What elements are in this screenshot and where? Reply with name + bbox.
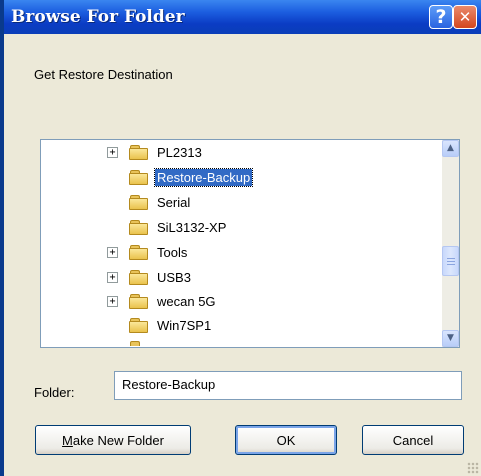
window-title: Browse For Folder [11,7,185,27]
folder-icon [129,245,149,260]
expand-icon[interactable]: + [107,147,118,158]
expand-icon[interactable]: + [107,272,118,283]
mnemonic-letter: M [62,432,73,448]
scroll-up-button[interactable]: ▲ [442,140,459,157]
tree-item[interactable]: + wecan 5G [41,291,431,313]
folder-input[interactable]: Restore-Backup [114,371,462,400]
scroll-down-button[interactable]: ▼ [442,330,459,347]
help-button[interactable]: ? [429,5,453,29]
folder-icon [129,170,149,185]
cancel-label: Cancel [392,432,434,448]
thumb-grip-line [447,261,455,262]
help-icon: ? [435,5,447,28]
make-new-folder-button[interactable]: Make New Folder [35,425,191,455]
close-icon: ✕ [458,7,472,26]
tree-item[interactable]: + PL2313 [41,142,431,164]
tree-item-label: wecan 5G [157,294,216,309]
browse-for-folder-dialog: Browse For Folder ? ✕ Get Restore Destin… [0,0,481,476]
tree-item-label: USB3 [157,270,191,285]
tree-item[interactable]: Restore-Backup [41,167,431,189]
title-bar[interactable]: Browse For Folder ? ✕ [0,0,481,34]
tree-item-label: Restore-Backup [153,168,254,187]
thumb-grip-line [447,258,455,259]
tree-item[interactable]: SiL3132-XP [41,217,431,239]
tree-item[interactable]: Win7SP1 [41,315,431,337]
folder-icon [129,145,149,160]
dialog-prompt: Get Restore Destination [34,67,173,82]
folder-icon [129,195,149,210]
folder-icon [129,294,149,309]
tree-item-label: Win7SP1 [157,318,212,333]
chevron-up-icon: ▲ [447,143,454,153]
chevron-down-icon: ▼ [447,333,454,343]
scroll-thumb[interactable] [442,246,459,276]
thumb-grip-line [447,264,455,265]
folder-icon [129,341,149,347]
folder-label: Folder: [34,385,75,400]
tree-item[interactable]: Serial [41,192,431,214]
tree-item-label: Tools [157,245,188,260]
ok-label: OK [276,432,296,448]
tree-item-label: PL2313 [157,145,202,160]
vertical-scrollbar[interactable]: ▲ ▼ [442,140,459,347]
resize-grip[interactable] [467,462,479,474]
tree-item-label: SiL3132-XP [157,220,227,235]
expand-icon[interactable]: + [107,247,118,258]
expand-icon[interactable]: + [107,296,118,307]
ok-button[interactable]: OK [235,425,337,455]
folder-icon [129,270,149,285]
folder-icon [129,220,149,235]
close-button[interactable]: ✕ [453,5,477,29]
folder-icon [129,318,149,333]
make-new-folder-label: ake New Folder [72,432,164,448]
window-frame-left [0,0,4,476]
cancel-button[interactable]: Cancel [362,425,464,455]
folder-tree[interactable]: + PL2313 Restore-Backup Serial SiL3132-XP + To… [40,139,460,348]
tree-item[interactable]: + USB3 [41,267,431,289]
tree-item-label: Serial [157,195,191,210]
tree-item[interactable]: + Tools [41,242,431,264]
